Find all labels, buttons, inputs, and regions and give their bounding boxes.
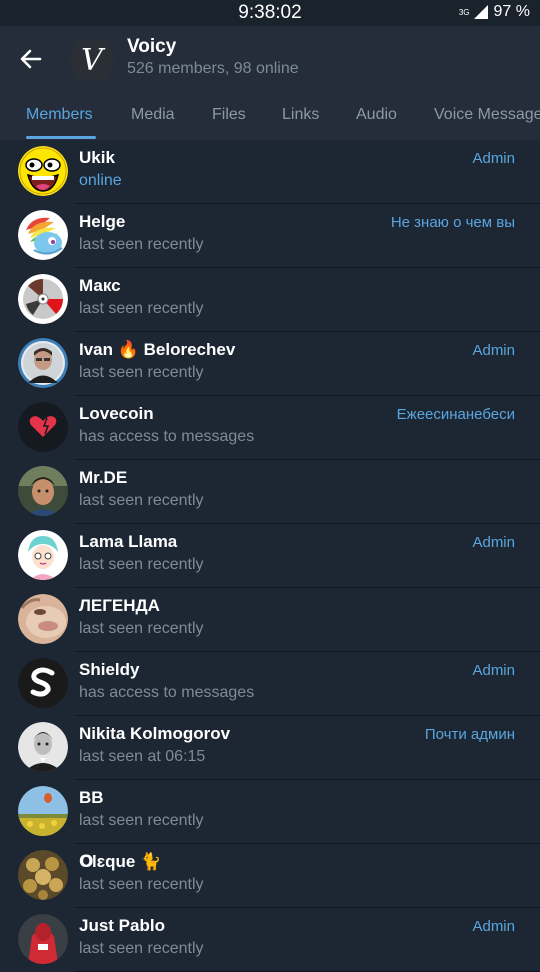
tab-media[interactable]: Media (131, 106, 175, 124)
member-name: Макс (79, 276, 121, 295)
avatar (18, 850, 68, 900)
member-role: Admin (472, 150, 515, 167)
member-list: Ukik online Admin Helge last seen recent… (0, 140, 540, 972)
battery-level: 97 % (493, 3, 530, 20)
network-type: 3G (458, 7, 470, 17)
group-title: Voicy (127, 36, 177, 57)
member-name: Just Pablo (79, 916, 165, 935)
tab-bar: Members Media Files Links Audio Voice Me… (0, 96, 540, 140)
status-bar: 9:38:02 3G 97 % (0, 0, 540, 26)
avatar (18, 914, 68, 964)
tab-voice-message[interactable]: Voice Message (434, 106, 540, 124)
tab-audio[interactable]: Audio (356, 106, 397, 124)
member-row[interactable]: Lovecoin has access to messages Ежеесина… (0, 396, 540, 460)
member-name: Nikita Kolmogorov (79, 724, 231, 743)
member-name: Mr.DE (79, 468, 128, 487)
member-status: last seen recently (79, 300, 204, 317)
group-member-count: 526 members, 98 online (127, 60, 299, 77)
member-name: Ukik (79, 148, 115, 167)
member-row[interactable]: Макс last seen recently (0, 268, 540, 332)
member-status: last seen recently (79, 364, 204, 381)
avatar (18, 594, 68, 644)
group-avatar[interactable]: V (70, 38, 114, 82)
avatar (18, 466, 68, 516)
tab-members[interactable]: Members (26, 106, 93, 124)
member-role: Admin (472, 342, 515, 359)
member-row[interactable]: ЛЕГЕНДА last seen recently (0, 588, 540, 652)
group-avatar-letter: V (81, 42, 103, 78)
avatar (18, 274, 68, 324)
back-button[interactable] (14, 42, 48, 76)
member-row[interactable]: Lama Llama last seen recently Admin (0, 524, 540, 588)
member-row[interactable]: Helge last seen recently Не знаю о чем в… (0, 204, 540, 268)
member-role: Admin (472, 534, 515, 551)
member-role: Admin (472, 918, 515, 935)
member-status: last seen recently (79, 492, 204, 509)
member-role: Не знаю о чем вы (390, 214, 515, 231)
member-name: Օlɛque 🐈 (79, 852, 162, 871)
avatar (18, 402, 68, 452)
member-status: last seen recently (79, 940, 204, 957)
member-status: online (79, 172, 122, 189)
member-name: Helge (79, 212, 126, 231)
avatar (18, 146, 68, 196)
member-row[interactable]: Mr.DE last seen recently (0, 460, 540, 524)
member-status: last seen recently (79, 556, 204, 573)
member-status: has access to messages (79, 684, 255, 701)
member-row[interactable]: Օlɛque 🐈 last seen recently (0, 844, 540, 908)
member-row[interactable]: Ukik online Admin (0, 140, 540, 204)
member-status: has access to messages (79, 428, 255, 445)
avatar (18, 338, 68, 388)
member-name: Lama Llama (79, 532, 178, 551)
member-row[interactable]: BB last seen recently (0, 780, 540, 844)
avatar (18, 658, 68, 708)
member-status: last seen recently (79, 620, 204, 637)
member-status: last seen recently (79, 812, 204, 829)
member-status: last seen recently (79, 876, 204, 893)
member-name: Lovecoin (79, 404, 154, 423)
member-row[interactable]: Ivan 🔥 Belorechev last seen recently Adm… (0, 332, 540, 396)
active-tab-indicator (26, 136, 96, 139)
arrow-left-icon (20, 49, 42, 69)
member-status: last seen at 06:15 (79, 748, 206, 765)
avatar (18, 786, 68, 836)
signal-icon (473, 5, 488, 19)
member-status: last seen recently (79, 236, 204, 253)
member-role: Admin (472, 662, 515, 679)
member-name: Shieldy (79, 660, 140, 679)
tab-links[interactable]: Links (282, 106, 319, 124)
member-row[interactable]: Just Pablo last seen recently Admin (0, 908, 540, 972)
member-role: Почти админ (424, 726, 515, 743)
avatar (18, 722, 68, 772)
member-name: BB (79, 788, 104, 807)
chat-header: V Voicy 526 members, 98 online Members M… (0, 26, 540, 140)
tab-files[interactable]: Files (212, 106, 246, 124)
status-icons: 3G 97 % (459, 3, 530, 21)
avatar (18, 210, 68, 260)
member-row[interactable]: Shieldy has access to messages Admin (0, 652, 540, 716)
member-row[interactable]: Nikita Kolmogorov last seen at 06:15 Поч… (0, 716, 540, 780)
member-name: Ivan 🔥 Belorechev (79, 340, 236, 359)
member-name: ЛЕГЕНДА (79, 596, 160, 615)
avatar (18, 530, 68, 580)
member-role: Ежеесинанебеси (396, 406, 515, 423)
